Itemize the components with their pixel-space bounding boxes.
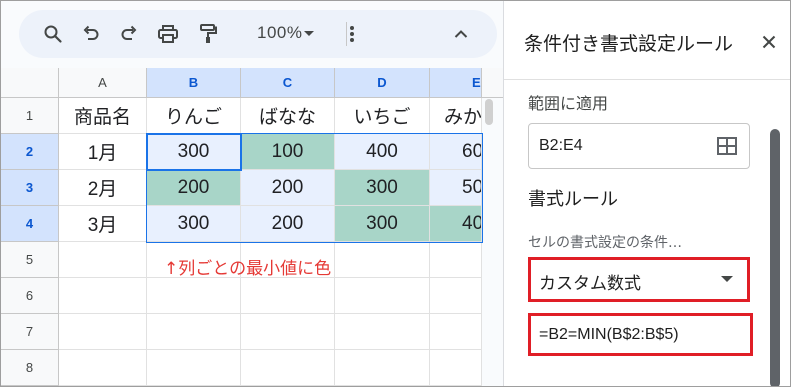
sidebar-divider [504,79,790,80]
condition-select[interactable]: カスタム数式 [528,257,750,302]
row-header-1[interactable]: 1 [1,98,59,134]
row-header-7[interactable]: 7 [1,314,59,350]
annotation-note: ↑列ごとの最小値に色 [164,259,332,279]
column-header-gap [482,68,503,98]
close-icon[interactable] [760,33,778,51]
cell-d3[interactable]: 300 [335,170,430,206]
select-range-icon[interactable] [717,137,737,155]
chevron-up-icon[interactable] [451,22,471,46]
formula-input[interactable]: =B2=MIN(B$2:B$5) [528,313,753,356]
condition-value: カスタム数式 [539,274,641,294]
cell-a3[interactable]: 2月 [59,170,147,206]
cell-b4[interactable]: 300 [147,206,241,242]
sidebar-scrollbar[interactable] [770,129,780,386]
window: 100% A B C D E 1 商品名 りんご ばなな いちご みか 2 1月… [0,0,791,387]
row-header-4[interactable]: 4 [1,206,59,242]
col-line-e [429,242,430,386]
conditional-format-sidebar: 条件付き書式設定ルール 範囲に適用 B2:E4 書式ルール セルの書式設定の条件… [503,1,790,386]
condition-label: セルの書式設定の条件… [528,235,682,251]
cell-a2[interactable]: 1月 [59,134,147,170]
zoom-select[interactable]: 100% [257,23,302,43]
print-icon[interactable] [156,22,180,46]
range-value: B2:E4 [539,137,583,154]
search-icon[interactable] [41,22,65,46]
cell-e4[interactable]: 40 [430,206,482,242]
row-7-cells[interactable] [59,314,482,350]
paint-format-icon[interactable] [196,22,220,46]
corner-cell[interactable] [1,68,59,98]
cell-c1[interactable]: ばなな [241,98,335,134]
column-header-d[interactable]: D [335,68,430,98]
row-header-6[interactable]: 6 [1,278,59,314]
cell-d2[interactable]: 400 [335,134,430,170]
col-line-b [146,242,147,386]
col-line-d [334,242,335,386]
cell-c2[interactable]: 100 [241,134,335,170]
more-vert-icon[interactable] [344,22,360,46]
cell-e3[interactable]: 50 [430,170,482,206]
cell-c4[interactable]: 200 [241,206,335,242]
row-header-3[interactable]: 3 [1,170,59,206]
cell-b3[interactable]: 200 [147,170,241,206]
row-header-2[interactable]: 2 [1,134,59,170]
row-header-8[interactable]: 8 [1,350,59,386]
column-header-a[interactable]: A [59,68,147,98]
cell-b2[interactable]: 300 [147,134,241,170]
sidebar-title: 条件付き書式設定ルール [524,33,734,55]
redo-icon[interactable] [117,22,141,46]
cell-d1[interactable]: いちご [335,98,430,134]
sheet-area: 100% A B C D E 1 商品名 りんご ばなな いちご みか 2 1月… [1,1,503,386]
apply-to-range-label: 範囲に適用 [528,94,609,113]
cell-e2[interactable]: 60 [430,134,482,170]
row-8-cells[interactable] [59,350,482,386]
dropdown-arrow-icon [721,276,733,282]
column-header-e[interactable]: E [430,68,482,98]
row-header-5[interactable]: 5 [1,242,59,278]
cell-a4[interactable]: 3月 [59,206,147,242]
chevron-down-icon[interactable] [301,22,317,46]
range-input[interactable]: B2:E4 [528,123,750,169]
format-rules-heading: 書式ルール [528,189,618,210]
formula-value: =B2=MIN(B$2:B$5) [539,326,679,343]
sheet-scrollbar[interactable] [485,99,493,125]
cell-d4[interactable]: 300 [335,206,430,242]
cell-b1[interactable]: りんご [147,98,241,134]
toolbar: 100% [19,10,497,58]
cell-a1[interactable]: 商品名 [59,98,147,134]
column-header-b[interactable]: B [147,68,241,98]
cell-c3[interactable]: 200 [241,170,335,206]
undo-icon[interactable] [79,22,103,46]
column-header-c[interactable]: C [241,68,335,98]
cell-e1[interactable]: みか [430,98,482,134]
row-6-cells[interactable] [59,278,482,314]
